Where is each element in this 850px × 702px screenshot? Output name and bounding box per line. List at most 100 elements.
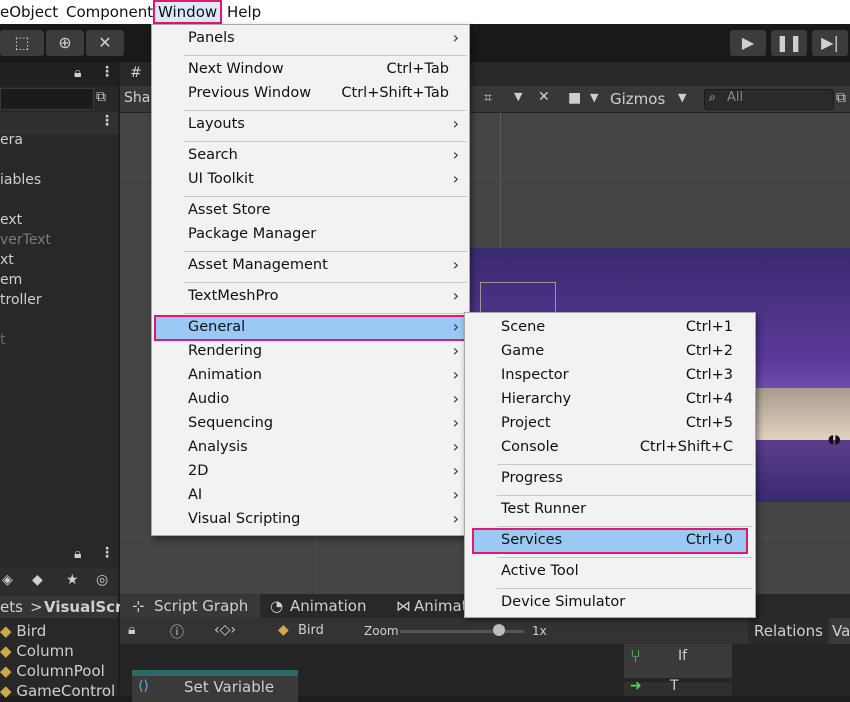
menu-item-progress[interactable]: Progress xyxy=(473,467,747,491)
menu-item-panels[interactable]: Panels › xyxy=(155,27,466,51)
graph-object-label[interactable]: Bird xyxy=(298,623,324,638)
menu-item-rendering[interactable]: Rendering › xyxy=(155,340,466,364)
menu-item-asset-store[interactable]: Asset Store xyxy=(155,199,466,223)
menu-item-audio[interactable]: Audio › xyxy=(155,388,466,412)
list-item[interactable]: ◆ Bird xyxy=(0,622,46,640)
list-item[interactable]: iables xyxy=(0,172,41,188)
more-menu-icon[interactable]: ⋮ xyxy=(100,545,114,561)
menu-item-services[interactable]: Services Ctrl+0 xyxy=(472,528,748,554)
search-options-icon[interactable]: ⧉ xyxy=(96,89,106,105)
menu-item-shortcut: Ctrl+2 xyxy=(685,343,733,359)
chevron-down-icon[interactable]: ▼ xyxy=(514,90,522,103)
shading-mode-dropdown[interactable]: Sha xyxy=(124,90,150,106)
node-if[interactable]: ⑂ If xyxy=(624,644,732,678)
lock-icon[interactable]: 🔒︎ xyxy=(128,622,135,638)
scene-options-icon[interactable]: ⧉ xyxy=(836,90,846,106)
menu-item-inspector[interactable]: Inspector Ctrl+3 xyxy=(473,364,747,388)
list-item[interactable]: ext xyxy=(0,212,22,228)
snap-icon[interactable]: ⌗ xyxy=(484,90,492,106)
menu-item-next-window[interactable]: Next Window Ctrl+Tab xyxy=(155,58,466,82)
camera-icon[interactable]: ■ xyxy=(568,90,581,106)
menu-item-sequencing[interactable]: Sequencing › xyxy=(155,412,466,436)
list-item[interactable]: ◆ Column xyxy=(0,642,74,660)
tab-script-graph[interactable]: ⊹ Script Graph xyxy=(120,594,260,618)
bird-icon: ◖◗ xyxy=(828,432,841,446)
lock-icon[interactable]: 🔒︎ xyxy=(74,65,81,81)
variables-button[interactable]: Va xyxy=(830,618,850,644)
list-item[interactable]: ◆ GameControl xyxy=(0,682,115,700)
menubar-item-help[interactable]: Help xyxy=(227,2,261,22)
scene-search-field[interactable]: ⌕ All xyxy=(704,89,834,110)
list-item[interactable]: verText xyxy=(0,232,51,248)
list-item[interactable]: troller xyxy=(0,292,42,308)
menu-item-hierarchy[interactable]: Hierarchy Ctrl+4 xyxy=(473,388,747,412)
relations-button[interactable]: Relations xyxy=(748,618,828,644)
tools-icon[interactable]: ✕ xyxy=(538,89,550,105)
info-icon[interactable]: ⓘ xyxy=(170,622,184,642)
chevron-down-icon[interactable]: ▼ xyxy=(590,91,598,104)
menu-item-game[interactable]: Game Ctrl+2 xyxy=(473,340,747,364)
menu-item-textmeshpro[interactable]: TextMeshPro › xyxy=(155,285,466,309)
menu-item-package-manager[interactable]: Package Manager xyxy=(155,223,466,247)
zoom-slider-track[interactable] xyxy=(400,630,524,633)
menu-item-search[interactable]: Search › xyxy=(155,144,466,168)
play-button[interactable]: ▶ xyxy=(730,30,766,56)
hierarchy-panel: 🔒︎ ⋮ ⧉ ⋮ era iables ext verText xt em tr… xyxy=(0,62,118,594)
menu-item-ai[interactable]: AI › xyxy=(155,484,466,508)
chevron-down-icon[interactable]: ▼ xyxy=(678,91,686,104)
breadcrumb-assets[interactable]: ets xyxy=(0,598,23,616)
transform-tool-button[interactable]: ⊕ xyxy=(46,30,84,56)
menu-item-visual-scripting[interactable]: Visual Scripting › xyxy=(155,508,466,532)
menu-item-project[interactable]: Project Ctrl+5 xyxy=(473,412,747,436)
graph-canvas[interactable]: ⟨⟩ Set Variable ⑂ If ➜ T xyxy=(120,644,850,702)
lock-icon[interactable]: 🔒︎ xyxy=(74,546,81,562)
menu-item-device-simulator[interactable]: Device Simulator xyxy=(473,591,747,615)
list-item[interactable]: xt xyxy=(0,252,14,268)
menu-item-layouts[interactable]: Layouts › xyxy=(155,113,466,137)
rect-tool-button[interactable]: ⬚ xyxy=(0,30,44,56)
custom-tool-button[interactable]: ✕ xyxy=(86,30,124,56)
more-menu-icon[interactable]: ⋮ xyxy=(100,64,114,80)
star-icon[interactable]: ★ xyxy=(66,572,79,588)
embed-icon[interactable]: ‹◇› xyxy=(214,622,236,638)
list-item[interactable]: em xyxy=(0,272,22,288)
zoom-slider-handle[interactable] xyxy=(493,624,506,636)
menu-item-active-tool[interactable]: Active Tool xyxy=(473,560,747,584)
breadcrumb-current[interactable]: VisualScri xyxy=(44,598,128,616)
gizmos-button[interactable]: Gizmos xyxy=(610,90,665,108)
list-item[interactable]: era xyxy=(0,132,23,148)
menu-item-test-runner[interactable]: Test Runner xyxy=(473,498,747,522)
hierarchy-search-input[interactable] xyxy=(0,88,94,110)
step-button[interactable]: ▶| xyxy=(812,30,848,56)
menubar-item-component[interactable]: Component xyxy=(66,2,153,22)
eye-slash-icon[interactable]: ◎ xyxy=(96,572,108,588)
chevron-right-icon: › xyxy=(452,365,459,384)
menu-item-ui-toolkit[interactable]: UI Toolkit › xyxy=(155,168,466,192)
menu-item-label: Rendering xyxy=(188,343,263,359)
tab-animation[interactable]: ◔ Animation xyxy=(264,594,384,618)
pause-button[interactable]: ❚❚ xyxy=(771,30,807,56)
menu-item-2d[interactable]: 2D › xyxy=(155,460,466,484)
scene-more-icon[interactable]: ⋮ xyxy=(100,113,114,129)
menu-item-asset-management[interactable]: Asset Management › xyxy=(155,254,466,278)
menu-item-general[interactable]: General › xyxy=(154,315,467,341)
menu-item-label: Asset Store xyxy=(188,202,271,218)
tag-icon[interactable]: ◆ xyxy=(32,572,43,588)
menu-item-scene[interactable]: Scene Ctrl+1 xyxy=(473,316,747,340)
list-item[interactable]: ◆ ColumnPool xyxy=(0,662,105,680)
variable-node-icon: ⟨⟩ xyxy=(138,678,149,694)
menubar-item-gameobject[interactable]: eObject xyxy=(0,2,58,22)
menu-item-label: Audio xyxy=(188,391,230,407)
menu-item-previous-window[interactable]: Previous Window Ctrl+Shift+Tab xyxy=(155,82,466,106)
pause-icon: ❚❚ xyxy=(775,33,803,52)
list-item[interactable]: t xyxy=(0,332,6,348)
menu-item-label: Next Window xyxy=(188,61,284,77)
menu-item-analysis[interactable]: Analysis › xyxy=(155,436,466,460)
favorites-icon[interactable]: ◈ xyxy=(2,572,13,588)
node-set-variable[interactable]: ⟨⟩ Set Variable xyxy=(132,670,298,702)
zoom-value: 1x xyxy=(532,624,547,638)
menubar-item-window[interactable]: Window xyxy=(153,0,223,24)
menu-item-animation[interactable]: Animation › xyxy=(155,364,466,388)
node-partial[interactable]: ➜ T xyxy=(624,678,732,696)
menu-item-console[interactable]: Console Ctrl+Shift+C xyxy=(473,436,747,460)
